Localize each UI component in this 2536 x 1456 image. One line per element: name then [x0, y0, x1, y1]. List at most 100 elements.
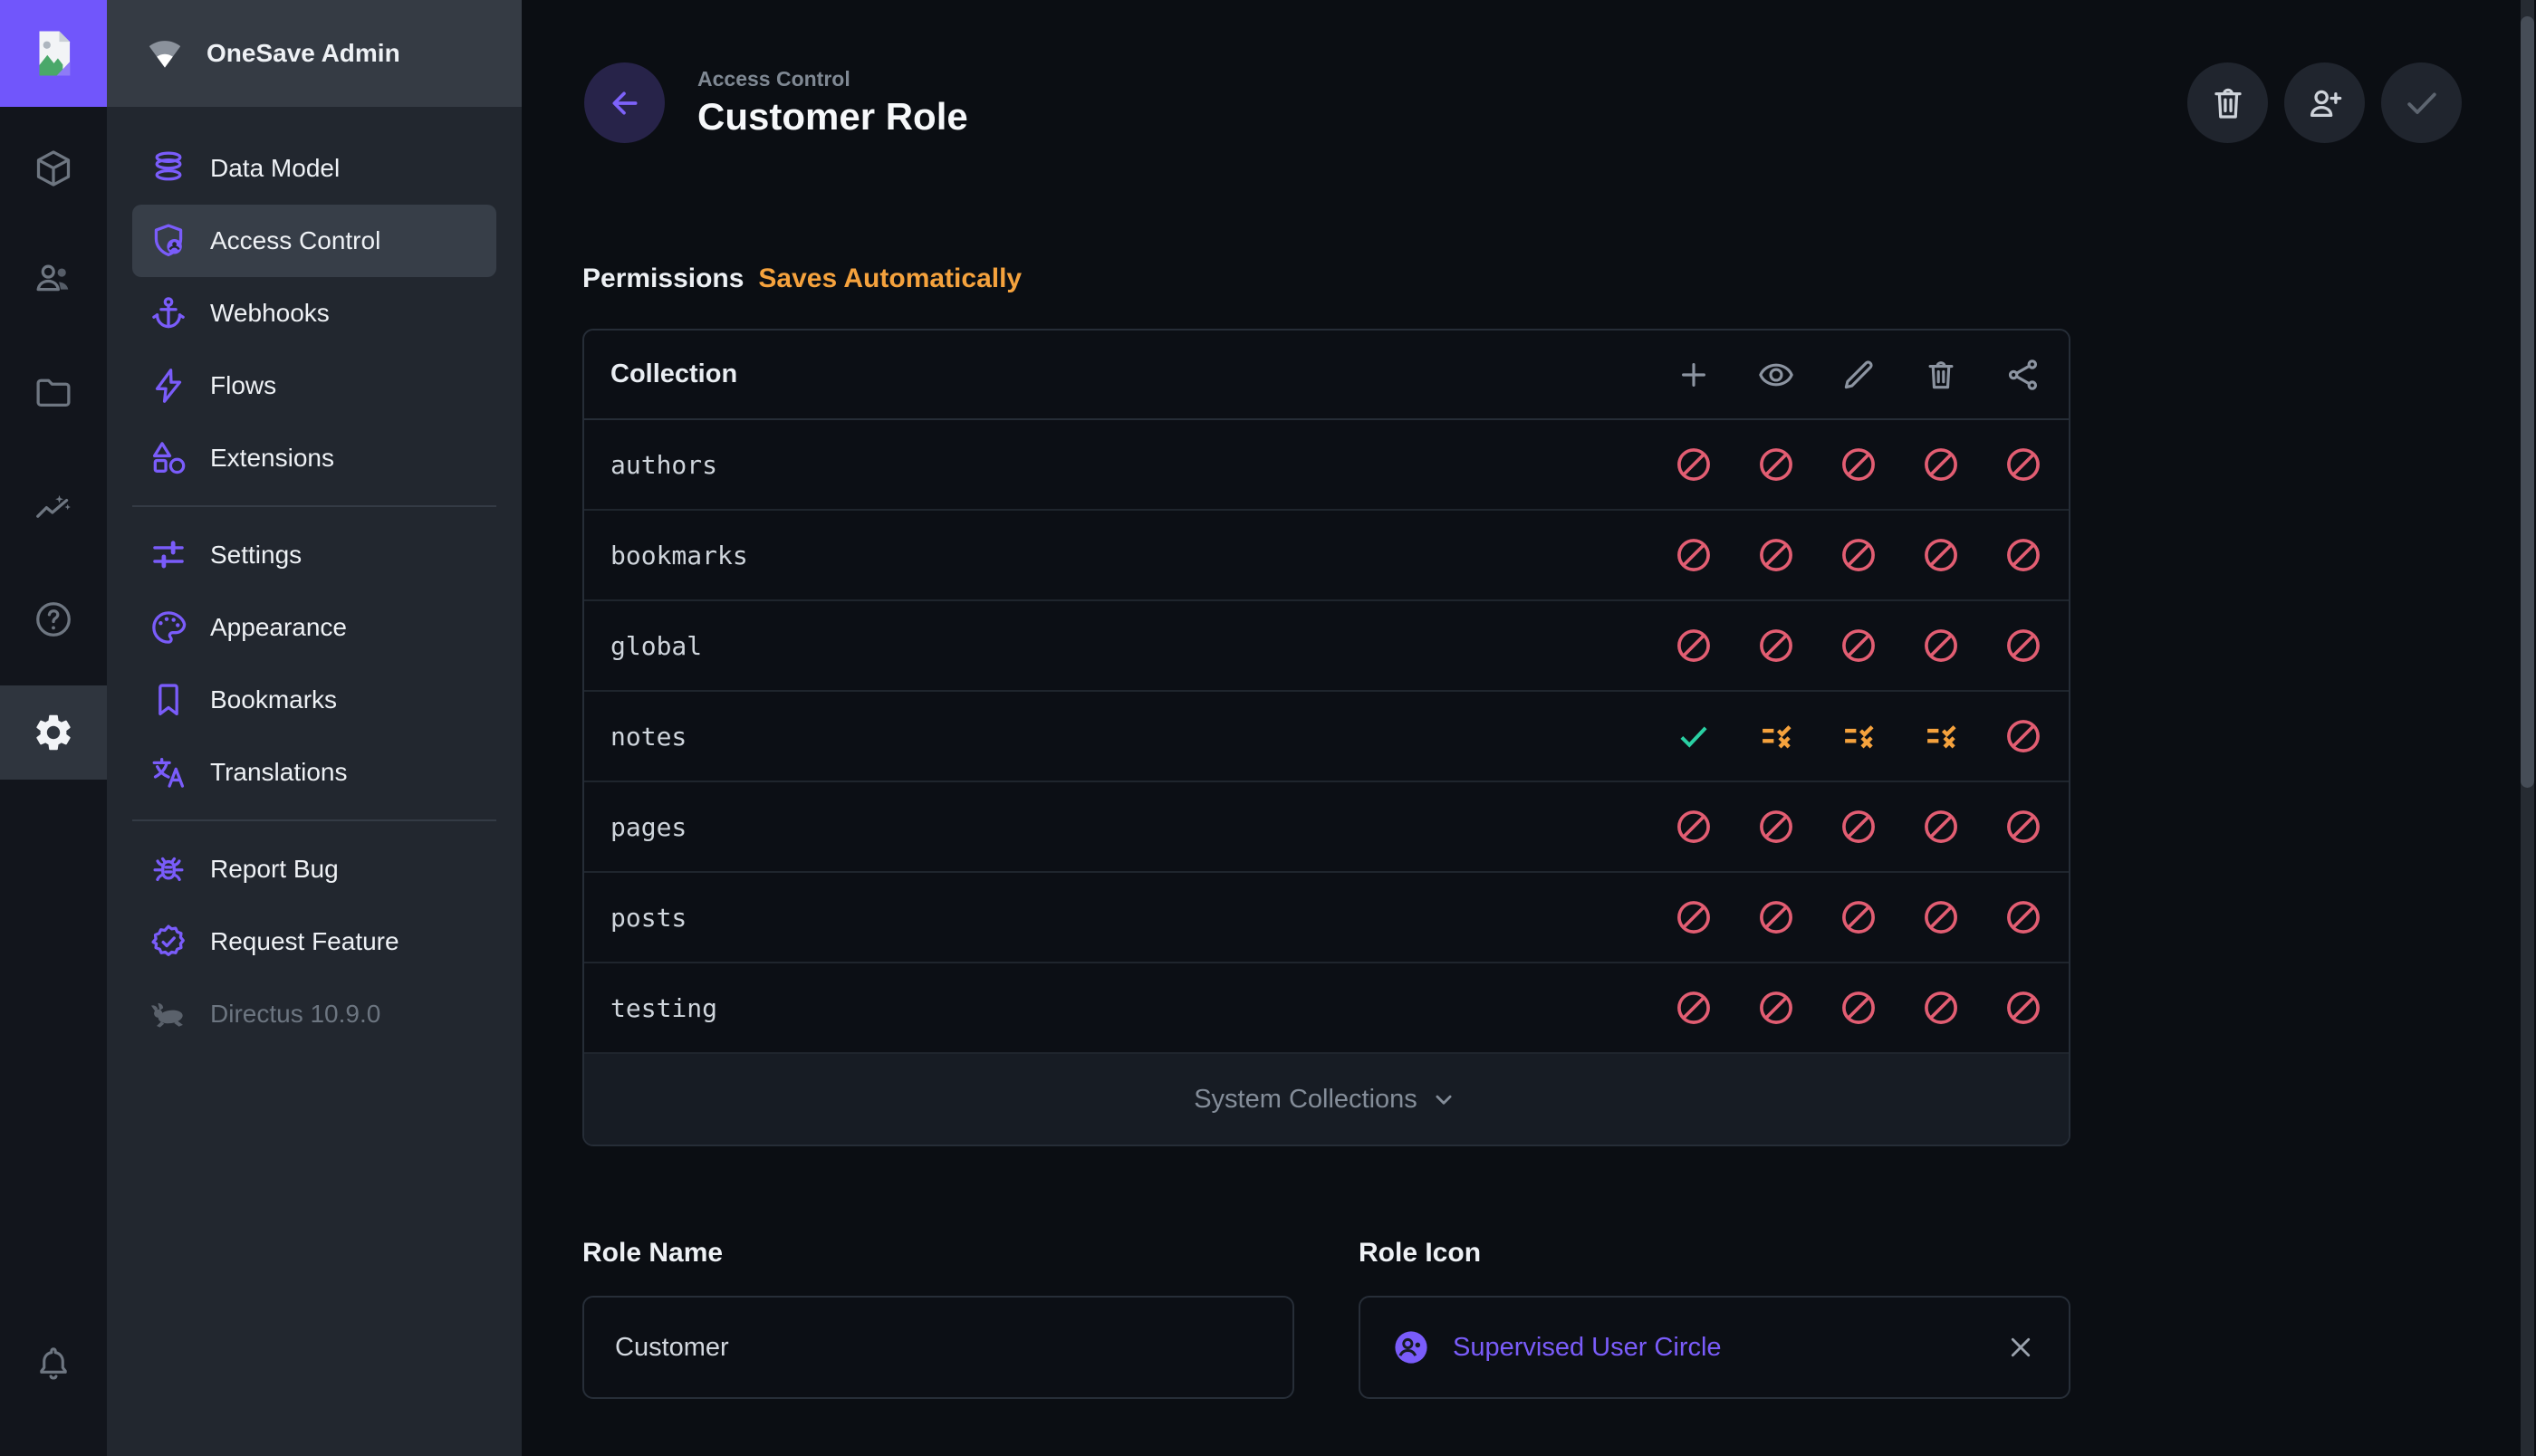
insights-icon — [33, 487, 74, 529]
module-content-button[interactable] — [0, 121, 107, 216]
breadcrumb: Access Control — [697, 67, 968, 91]
invite-users-button[interactable] — [2284, 62, 2365, 143]
none-permission-icon[interactable] — [2004, 536, 2042, 574]
none-permission-icon[interactable] — [2004, 627, 2042, 665]
badge-check-icon — [149, 922, 188, 962]
share-icon[interactable] — [2004, 356, 2042, 394]
title-block: Access Control Customer Role — [697, 67, 968, 138]
role-name-input[interactable]: Customer — [582, 1296, 1294, 1399]
none-permission-icon[interactable] — [1675, 898, 1713, 936]
none-permission-icon[interactable] — [1840, 898, 1878, 936]
none-permission-icon[interactable] — [1922, 445, 1960, 484]
module-files-button[interactable] — [0, 346, 107, 440]
collection-name: authors — [584, 450, 1675, 480]
shield-lock-icon — [149, 221, 188, 261]
shapes-icon — [149, 438, 188, 478]
module-insights-button[interactable] — [0, 461, 107, 555]
sidebar-item-appearance[interactable]: Appearance — [132, 591, 496, 664]
sidebar-item-extensions[interactable]: Extensions — [132, 422, 496, 494]
project-header[interactable]: OneSave Admin — [107, 0, 522, 107]
eye-icon[interactable] — [1757, 356, 1795, 394]
none-permission-icon[interactable] — [2004, 717, 2042, 755]
back-button[interactable] — [584, 62, 665, 143]
table-row: testing — [584, 963, 2069, 1054]
plus-icon[interactable] — [1675, 356, 1713, 394]
sidebar-item-request-feature[interactable]: Request Feature — [132, 905, 496, 978]
sidebar-item-data-model[interactable]: Data Model — [132, 132, 496, 205]
trash-icon[interactable] — [1922, 356, 1960, 394]
version-label: Directus 10.9.0 — [210, 1000, 380, 1029]
signal-wifi-icon — [145, 34, 185, 73]
person-add-icon — [2304, 82, 2346, 124]
none-permission-icon[interactable] — [1757, 445, 1795, 484]
none-permission-icon[interactable] — [2004, 989, 2042, 1027]
sidebar: OneSave Admin Data Model A — [107, 0, 522, 1456]
pencil-icon[interactable] — [1840, 356, 1878, 394]
collection-name: posts — [584, 903, 1675, 933]
none-permission-icon[interactable] — [1922, 536, 1960, 574]
none-permission-icon[interactable] — [1922, 627, 1960, 665]
arrow-left-icon — [607, 85, 643, 121]
none-permission-icon[interactable] — [1922, 898, 1960, 936]
notifications-button[interactable] — [0, 1317, 107, 1411]
custom-permission-icon[interactable] — [1757, 717, 1795, 755]
custom-permission-icon[interactable] — [1922, 717, 1960, 755]
role-icon-input[interactable]: Supervised User Circle — [1359, 1296, 2070, 1399]
close-icon[interactable] — [2003, 1330, 2038, 1365]
sidebar-item-bookmarks[interactable]: Bookmarks — [132, 664, 496, 736]
none-permission-icon[interactable] — [2004, 898, 2042, 936]
none-permission-icon[interactable] — [1675, 808, 1713, 846]
role-icon-field: Role Icon Supervised User Circle — [1359, 1238, 2070, 1399]
none-permission-icon[interactable] — [1675, 989, 1713, 1027]
none-permission-icon[interactable] — [1840, 445, 1878, 484]
none-permission-icon[interactable] — [1922, 808, 1960, 846]
collection-name: notes — [584, 722, 1675, 752]
none-permission-icon[interactable] — [1922, 989, 1960, 1027]
none-permission-icon[interactable] — [1757, 627, 1795, 665]
none-permission-icon[interactable] — [1675, 536, 1713, 574]
system-collections-toggle[interactable]: System Collections — [584, 1054, 2069, 1145]
collection-name: bookmarks — [584, 541, 1675, 570]
module-bar — [0, 0, 107, 1456]
module-settings-button[interactable] — [0, 685, 107, 780]
divider — [107, 494, 522, 519]
none-permission-icon[interactable] — [1757, 989, 1795, 1027]
none-permission-icon[interactable] — [1757, 898, 1795, 936]
table-row: posts — [584, 873, 2069, 963]
module-users-button[interactable] — [0, 231, 107, 325]
scrollbar-thumb[interactable] — [2521, 16, 2534, 788]
sidebar-item-settings[interactable]: Settings — [132, 519, 496, 591]
sidebar-item-translations[interactable]: Translations — [132, 736, 496, 809]
sidebar-item-flows[interactable]: Flows — [132, 350, 496, 422]
role-name-value: Customer — [615, 1333, 729, 1363]
none-permission-icon[interactable] — [1840, 627, 1878, 665]
custom-permission-icon[interactable] — [1840, 717, 1878, 755]
save-button[interactable] — [2381, 62, 2462, 143]
none-permission-icon[interactable] — [1840, 536, 1878, 574]
check-icon — [2401, 82, 2443, 124]
role-name-label: Role Name — [582, 1238, 1294, 1269]
database-icon — [149, 148, 188, 188]
role-icon-label: Role Icon — [1359, 1238, 2070, 1269]
none-permission-icon[interactable] — [1840, 808, 1878, 846]
project-logo[interactable] — [0, 0, 107, 107]
none-permission-icon[interactable] — [1675, 627, 1713, 665]
none-permission-icon[interactable] — [1757, 536, 1795, 574]
sidebar-item-report-bug[interactable]: Report Bug — [132, 833, 496, 905]
full-permission-icon[interactable] — [1675, 717, 1713, 755]
rabbit-icon — [149, 994, 188, 1034]
box-icon — [33, 148, 74, 189]
tune-icon — [149, 535, 188, 575]
sidebar-item-access-control[interactable]: Access Control — [132, 205, 496, 277]
delete-role-button[interactable] — [2187, 62, 2268, 143]
module-docs-button[interactable] — [0, 572, 107, 666]
sidebar-item-webhooks[interactable]: Webhooks — [132, 277, 496, 350]
bug-icon — [149, 849, 188, 889]
project-name: OneSave Admin — [207, 39, 400, 68]
table-row: pages — [584, 782, 2069, 873]
none-permission-icon[interactable] — [1675, 445, 1713, 484]
none-permission-icon[interactable] — [2004, 445, 2042, 484]
none-permission-icon[interactable] — [2004, 808, 2042, 846]
none-permission-icon[interactable] — [1840, 989, 1878, 1027]
none-permission-icon[interactable] — [1757, 808, 1795, 846]
